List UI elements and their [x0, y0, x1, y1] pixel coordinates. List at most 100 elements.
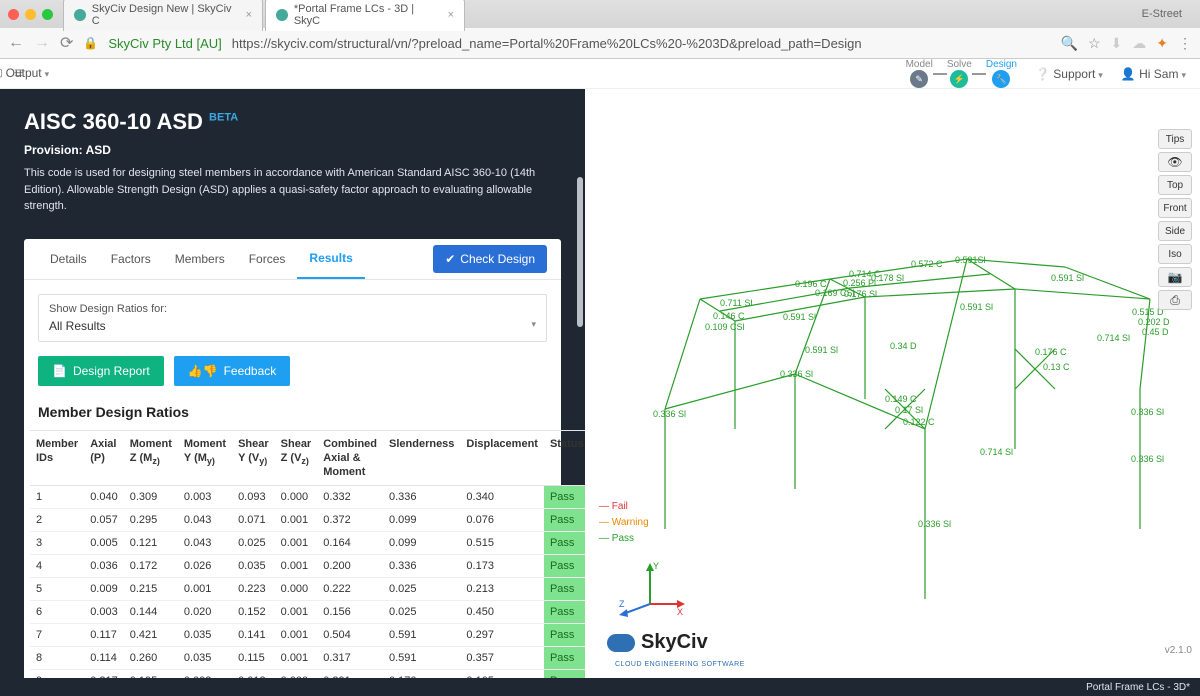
cloud-icon: [607, 634, 635, 652]
table-row[interactable]: 80.1140.2600.0350.1150.0010.3170.5910.35…: [30, 647, 585, 670]
check-design-button[interactable]: ✔ Check Design: [433, 245, 547, 273]
table-cell: 1: [30, 486, 84, 509]
window-controls[interactable]: [8, 9, 53, 20]
browser-tab-1[interactable]: SkyCiv Design New | SkyCiv C ×: [63, 0, 263, 31]
table-row[interactable]: 50.0090.2150.0010.2230.0000.2220.0250.21…: [30, 578, 585, 601]
back-icon[interactable]: ←: [8, 34, 24, 52]
table-cell: Pass: [544, 670, 585, 678]
table-row[interactable]: 40.0360.1720.0260.0350.0010.2000.3360.17…: [30, 555, 585, 578]
table-cell: 0.170: [383, 670, 460, 678]
view-top-button[interactable]: Top: [1158, 175, 1192, 195]
member-label: 0.176 C: [1035, 347, 1067, 357]
filter-select[interactable]: All Results▾: [49, 319, 536, 333]
tab-forces[interactable]: Forces: [237, 240, 298, 278]
tab-members[interactable]: Members: [163, 240, 237, 278]
forward-icon[interactable]: →: [34, 34, 50, 52]
view-front-button[interactable]: Front: [1158, 198, 1192, 218]
menu-icon[interactable]: ⋮: [1178, 35, 1192, 52]
table-cell: 0.003: [178, 670, 232, 678]
tab-results[interactable]: Results: [297, 239, 364, 279]
member-label: 0.109 CSl: [705, 322, 745, 332]
status-text: Portal Frame LCs - 3D*: [1086, 682, 1190, 693]
member-label: 0.591Sl: [955, 255, 986, 265]
table-cell: 0.336: [383, 555, 460, 578]
table-cell: 0.450: [460, 601, 544, 624]
col-header: Moment Y (My): [178, 430, 232, 486]
search-icon[interactable]: 🔍: [1061, 35, 1078, 52]
app-top-bar: ≡ 📄 File▾ 🖵 Output▾ Model✎ Solve⚡ Design…: [0, 59, 1200, 89]
table-cell: 0.215: [124, 578, 178, 601]
table-cell: Pass: [544, 601, 585, 624]
legend-warning: — Warning: [599, 515, 649, 531]
tab-close-icon[interactable]: ×: [246, 9, 252, 21]
table-row[interactable]: 60.0030.1440.0200.1520.0010.1560.0250.45…: [30, 601, 585, 624]
table-cell: 0.297: [460, 624, 544, 647]
member-label: 0.149 C: [885, 394, 917, 404]
table-row[interactable]: 30.0050.1210.0430.0250.0010.1640.0990.51…: [30, 532, 585, 555]
browser-tab-2[interactable]: *Portal Frame LCs - 3D | SkyC ×: [265, 0, 465, 31]
visibility-button[interactable]: 👁: [1158, 152, 1192, 172]
viewport-panel[interactable]: 0.336 Sl0.336 Sl0.146 C0.109 CSl0.711 Sl…: [585, 89, 1200, 678]
star-icon[interactable]: ☆: [1088, 35, 1101, 52]
table-row[interactable]: 70.1170.4210.0350.1410.0010.5040.5910.29…: [30, 624, 585, 647]
screenshot-button[interactable]: 📷: [1158, 267, 1192, 287]
mode-model[interactable]: Model: [906, 59, 933, 70]
scrollbar-thumb[interactable]: [577, 177, 583, 327]
lock-icon: 🔒: [83, 36, 98, 50]
table-cell: 0.043: [178, 509, 232, 532]
download-icon[interactable]: ⬇: [1111, 35, 1123, 52]
print-button[interactable]: ⎙: [1158, 290, 1192, 310]
support-menu[interactable]: ❔ Support▾: [1035, 67, 1103, 81]
mode-design[interactable]: Design: [986, 59, 1017, 70]
table-cell: 0.222: [317, 578, 383, 601]
member-label: 0.122 C: [903, 417, 935, 427]
table-row[interactable]: 20.0570.2950.0430.0710.0010.3720.0990.07…: [30, 509, 585, 532]
table-cell: 0.057: [84, 509, 124, 532]
version-label: v2.1.0: [1165, 645, 1192, 656]
minimize-icon[interactable]: [25, 9, 36, 20]
axis-gizmo[interactable]: Y X Z: [615, 559, 685, 619]
tab-details[interactable]: Details: [38, 240, 99, 278]
table-cell: 0.504: [317, 624, 383, 647]
table-cell: Pass: [544, 486, 585, 509]
view-side-button[interactable]: Side: [1158, 221, 1192, 241]
table-cell: Pass: [544, 624, 585, 647]
mode-solve[interactable]: Solve: [947, 59, 972, 70]
url-text[interactable]: https://skyciv.com/structural/vn/?preloa…: [232, 36, 862, 51]
mode-switcher[interactable]: Model✎ Solve⚡ Design🔧: [906, 59, 1017, 88]
member-label: 0.714 Sl: [980, 447, 1013, 457]
member-label: 0.17 Sl: [895, 405, 923, 415]
table-cell: 0.172: [124, 555, 178, 578]
filter-box[interactable]: Show Design Ratios for: All Results▾: [38, 294, 547, 342]
tab-close-icon[interactable]: ×: [448, 9, 454, 21]
maximize-icon[interactable]: [42, 9, 53, 20]
col-header: Slenderness: [383, 430, 460, 486]
tips-button[interactable]: Tips: [1158, 129, 1192, 149]
table-cell: 0.372: [317, 509, 383, 532]
table-cell: 0.071: [232, 509, 275, 532]
reload-icon[interactable]: ⟳: [60, 33, 73, 53]
table-cell: 0.173: [460, 555, 544, 578]
design-report-button[interactable]: 📄 Design Report: [38, 356, 164, 386]
legend: — Fail — Warning — Pass: [599, 499, 649, 547]
url-org: SkyCiv Pty Ltd [AU]: [108, 36, 221, 51]
member-label: 0.45 D: [1142, 327, 1169, 337]
table-row[interactable]: 10.0400.3090.0030.0930.0000.3320.3360.34…: [30, 486, 585, 509]
cloud-icon[interactable]: ☁: [1132, 35, 1146, 52]
table-cell: 0.336: [383, 486, 460, 509]
tab-factors[interactable]: Factors: [99, 240, 163, 278]
feedback-button[interactable]: 👍👎 Feedback: [174, 356, 291, 386]
output-menu[interactable]: 🖵 Output▾: [0, 66, 49, 81]
member-label: 0.591 Sl: [805, 345, 838, 355]
member-label: 0.34 D: [890, 341, 917, 351]
table-cell: 0.001: [275, 601, 318, 624]
member-label: 0.13 C: [1043, 362, 1070, 372]
ext-icon[interactable]: ✦: [1156, 35, 1168, 52]
close-icon[interactable]: [8, 9, 19, 20]
table-cell: 0.317: [317, 647, 383, 670]
table-cell: 0.003: [84, 601, 124, 624]
table-row[interactable]: 90.2170.1950.0030.0130.0000.3910.1700.10…: [30, 670, 585, 678]
table-cell: 9: [30, 670, 84, 678]
view-iso-button[interactable]: Iso: [1158, 244, 1192, 264]
user-menu[interactable]: 👤 Hi Sam▾: [1121, 67, 1186, 81]
